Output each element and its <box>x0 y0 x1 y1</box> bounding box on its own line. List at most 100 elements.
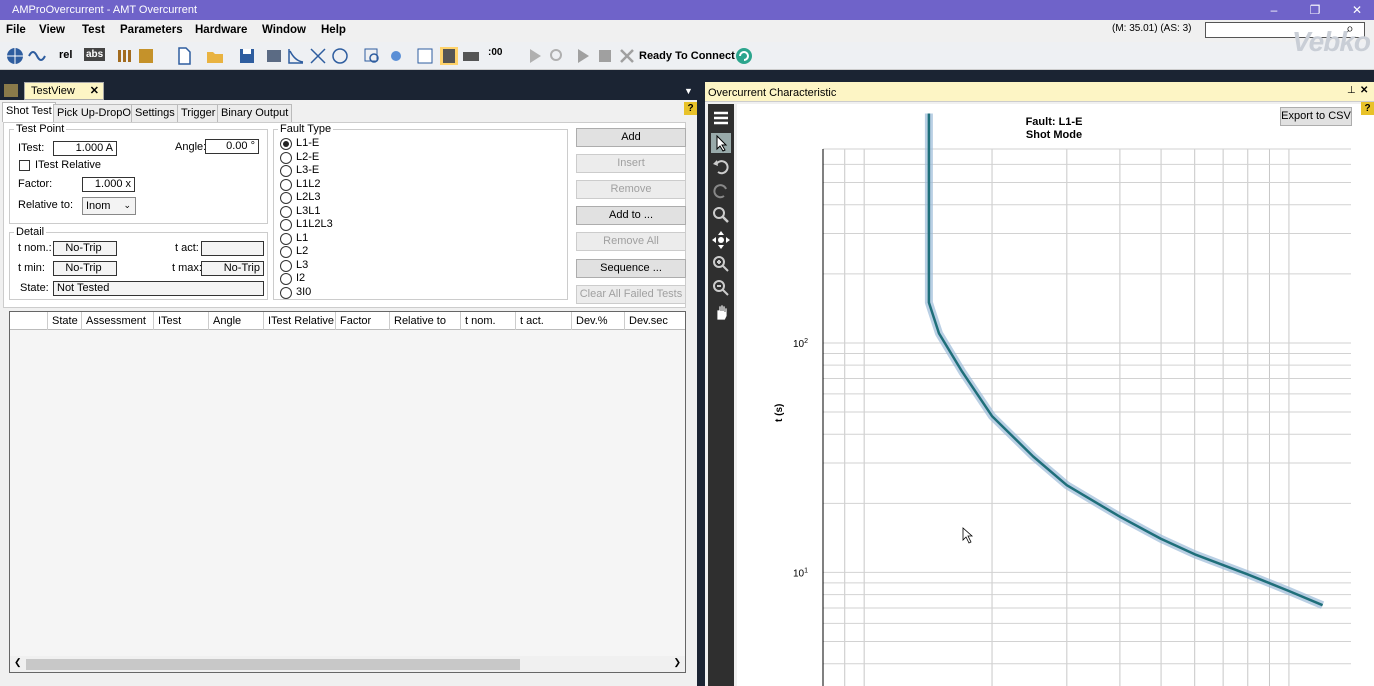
sequence-button[interactable]: Sequence ... <box>576 259 686 278</box>
new-file-icon[interactable] <box>175 47 193 65</box>
menu-file[interactable]: File <box>6 24 26 36</box>
menu-view[interactable]: View <box>39 24 65 36</box>
fault-type-radio[interactable] <box>280 273 292 285</box>
hand-icon[interactable] <box>711 302 731 322</box>
run-icon[interactable] <box>574 47 592 65</box>
curve-icon[interactable] <box>287 47 305 65</box>
close-panel-icon[interactable]: ✕ <box>1360 85 1368 96</box>
waveform-icon[interactable] <box>28 47 46 65</box>
scroll-left-icon[interactable]: ❮ <box>14 657 22 668</box>
report-icon[interactable] <box>265 47 283 65</box>
scroll-right-icon[interactable]: ❯ <box>673 657 681 668</box>
chevron-down-icon[interactable]: ▼ <box>684 86 693 96</box>
menu-parameters[interactable]: Parameters <box>120 24 183 36</box>
menu-hardware[interactable]: Hardware <box>195 24 247 36</box>
fault-type-radio[interactable] <box>280 259 292 272</box>
pointer-icon[interactable] <box>711 133 731 153</box>
calculator-icon[interactable] <box>440 47 458 65</box>
zoom-out-icon[interactable] <box>711 278 731 298</box>
save-icon[interactable] <box>238 47 256 65</box>
column-header[interactable]: t act. <box>515 312 571 330</box>
itest-relative-checkbox[interactable] <box>19 160 30 171</box>
refresh-icon[interactable] <box>735 47 753 65</box>
column-header[interactable]: State <box>47 312 81 330</box>
play-icon[interactable] <box>526 47 544 65</box>
help-icon[interactable]: ? <box>684 102 697 115</box>
fault-type-radio[interactable] <box>280 138 292 150</box>
vector-icon[interactable] <box>331 47 349 65</box>
fault-type-radio[interactable] <box>280 178 292 191</box>
clear-failed-button[interactable]: Clear All Failed Tests <box>576 285 686 304</box>
menu-help[interactable]: Help <box>321 24 346 36</box>
minimize-icon[interactable]: – <box>1266 2 1282 18</box>
menu-window[interactable]: Window <box>262 24 306 36</box>
factor-field[interactable]: 1.000 x <box>82 177 135 192</box>
fault-type-radio[interactable] <box>280 232 292 245</box>
tab-settings[interactable]: Settings <box>131 104 179 122</box>
binary-icon[interactable] <box>137 47 155 65</box>
close-icon[interactable]: ✕ <box>1349 2 1365 18</box>
angle-field[interactable]: 0.00 ° <box>205 139 259 154</box>
panel-splitter[interactable] <box>697 82 705 686</box>
tab-binary-output[interactable]: Binary Output <box>217 104 293 122</box>
settings-gear-icon[interactable] <box>387 47 405 65</box>
counter-icon[interactable]: :00 <box>488 47 516 65</box>
zoom-in-icon[interactable] <box>711 254 731 274</box>
overcurrent-chart[interactable]: Fault: L1-EShot Mode 101 102 t (s) <box>737 104 1374 686</box>
pan-arrows-icon[interactable] <box>711 230 731 250</box>
stop-icon[interactable] <box>596 47 614 65</box>
scrollbar-thumb[interactable] <box>26 659 520 670</box>
open-folder-icon[interactable] <box>206 47 224 65</box>
step-icon[interactable] <box>548 47 566 65</box>
chart-area[interactable]: Export to CSV ? Fault: L1-E Shot Mode 101 1… <box>737 102 1374 686</box>
column-header[interactable]: Dev.sec <box>624 312 685 330</box>
cancel-icon[interactable] <box>618 47 636 65</box>
remove-all-button[interactable]: Remove All <box>576 232 686 251</box>
column-header[interactable]: t nom. <box>460 312 515 330</box>
column-header[interactable]: Relative to <box>389 312 460 330</box>
column-header[interactable]: ITest <box>153 312 208 330</box>
redo-icon[interactable] <box>711 181 731 201</box>
menu-icon[interactable] <box>711 108 731 128</box>
remove-button[interactable]: Remove <box>576 180 686 199</box>
close-tab-icon[interactable]: ✕ <box>90 84 99 97</box>
column-header[interactable]: Dev.% <box>571 312 624 330</box>
menu-test[interactable]: Test <box>82 24 105 36</box>
absolute-mode-button[interactable]: abs <box>84 48 106 61</box>
bars-icon[interactable] <box>116 47 134 65</box>
tab-pickup-dropoff[interactable]: Pick Up-DropOff <box>53 104 141 122</box>
fault-type-radio[interactable] <box>280 219 292 231</box>
undo-icon[interactable] <box>711 157 731 177</box>
zoom-report-icon[interactable] <box>363 47 381 65</box>
tab-shot-test[interactable]: Shot Test <box>2 102 56 122</box>
panel-icon[interactable] <box>416 47 434 65</box>
cross-curve-icon[interactable] <box>309 47 327 65</box>
relative-to-select[interactable]: Inom ⌄ <box>82 197 136 215</box>
globe-icon[interactable] <box>6 47 24 65</box>
add-button[interactable]: Add <box>576 128 686 147</box>
fault-type-radio[interactable] <box>280 205 292 218</box>
results-table[interactable]: State Assessment ITest Angle ITest Relat… <box>9 311 686 673</box>
column-header[interactable]: ITest Relative <box>263 312 335 330</box>
fault-type-radio[interactable] <box>280 165 292 177</box>
fault-type-radio[interactable] <box>280 192 292 204</box>
restore-icon[interactable]: ❐ <box>1307 2 1323 18</box>
column-header[interactable] <box>10 312 47 330</box>
column-header[interactable]: Assessment <box>81 312 153 330</box>
testview-tab[interactable]: TestView ✕ <box>24 82 104 100</box>
fault-type-radio[interactable] <box>280 286 292 299</box>
fault-type-radio[interactable] <box>280 151 292 164</box>
pin-icon[interactable]: ⊥ <box>1347 85 1356 96</box>
column-header[interactable]: Factor <box>335 312 389 330</box>
insert-button[interactable]: Insert <box>576 154 686 173</box>
keyboard-icon[interactable] <box>462 47 480 65</box>
fault-type-option-label: L3L1 <box>296 204 321 217</box>
relative-mode-button[interactable]: rel <box>59 49 72 61</box>
itest-field[interactable]: 1.000 A <box>53 141 117 156</box>
zoom-icon[interactable] <box>711 205 731 225</box>
horizontal-scrollbar[interactable]: ❮ ❯ <box>10 656 685 672</box>
add-to-button[interactable]: Add to ... <box>576 206 686 225</box>
fault-type-radio[interactable] <box>280 246 292 258</box>
tab-trigger[interactable]: Trigger <box>177 104 220 122</box>
column-header[interactable]: Angle <box>208 312 263 330</box>
